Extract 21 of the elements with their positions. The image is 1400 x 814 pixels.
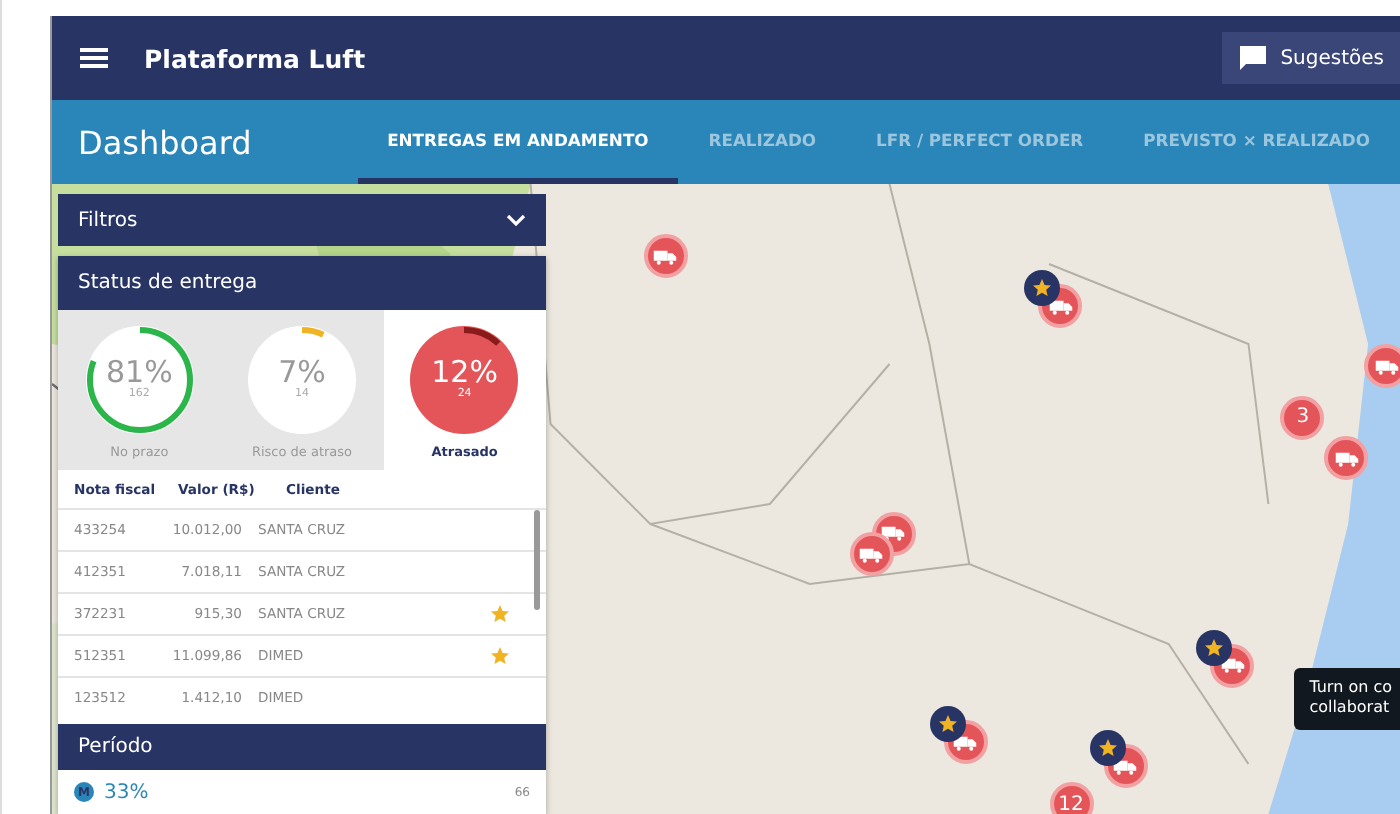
filters-dropdown[interactable]: Filtros bbox=[58, 194, 546, 246]
gauge-percent: 7% bbox=[278, 358, 326, 388]
tab[interactable]: REALIZADO bbox=[678, 100, 847, 184]
period-header: Período bbox=[58, 724, 546, 770]
app-title: Plataforma Luft bbox=[144, 43, 368, 73]
gauge-percent: 12% bbox=[431, 358, 498, 388]
gauge-percent: 81% bbox=[105, 358, 173, 388]
chat-icon bbox=[1238, 44, 1269, 72]
panel-header: Status de entrega bbox=[58, 256, 546, 310]
hint-tooltip: Turn on co collaborat bbox=[1293, 668, 1400, 730]
period-percent: 33% bbox=[104, 781, 151, 803]
feedback-button[interactable]: Sugestões bbox=[1222, 32, 1400, 84]
gauge-ring bbox=[81, 321, 198, 437]
page-title: Dashboard bbox=[76, 121, 254, 165]
tab[interactable]: PREVISTO × REALIZADO bbox=[1113, 100, 1400, 184]
gauge-ring bbox=[406, 321, 523, 437]
tab[interactable]: LFR / PERFECT ORDER bbox=[846, 100, 1114, 184]
gauge-ring bbox=[243, 321, 360, 437]
chevron-down-icon bbox=[506, 212, 526, 228]
menu-icon[interactable] bbox=[80, 46, 108, 70]
scrollbar[interactable] bbox=[534, 510, 540, 610]
